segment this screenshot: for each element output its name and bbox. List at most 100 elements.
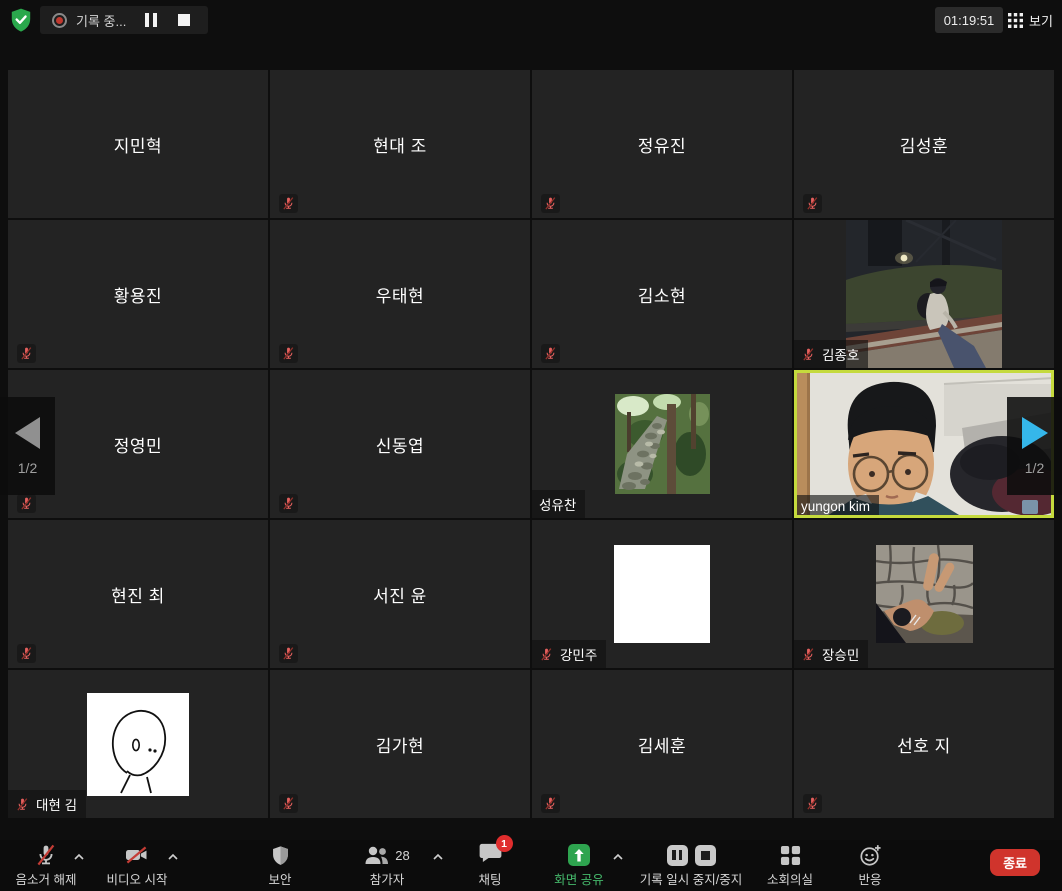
muted-mic-indicator bbox=[541, 794, 560, 813]
participant-tile[interactable]: 정유진 bbox=[532, 70, 792, 218]
participant-label: 장승민 bbox=[794, 640, 868, 668]
muted-mic-indicator bbox=[279, 644, 298, 663]
participant-tile[interactable]: 장승민 bbox=[794, 520, 1054, 668]
participant-name: 성유찬 bbox=[539, 494, 576, 514]
pause-record-icon[interactable] bbox=[667, 845, 688, 866]
muted-mic-icon bbox=[19, 346, 34, 361]
participant-tile[interactable]: 신동엽 bbox=[270, 370, 530, 518]
start-video-label: 비디오 시작 bbox=[93, 869, 181, 888]
reactions-button[interactable]: 반응 bbox=[842, 843, 898, 889]
participants-count: 28 bbox=[395, 848, 409, 863]
muted-mic-indicator bbox=[801, 647, 816, 662]
chat-badge: 1 bbox=[496, 835, 513, 852]
share-screen-label: 화면 공유 bbox=[542, 869, 616, 888]
participant-label: 대현 김 bbox=[8, 790, 86, 818]
video-off-icon bbox=[124, 843, 150, 867]
share-screen-button[interactable]: 화면 공유 bbox=[542, 843, 616, 889]
security-shield-icon bbox=[270, 844, 291, 867]
muted-mic-indicator bbox=[279, 194, 298, 213]
participant-name: 정유진 bbox=[532, 70, 792, 218]
participant-name: 장승민 bbox=[822, 644, 859, 664]
white-square-avatar bbox=[614, 545, 710, 643]
prev-arrow-icon bbox=[15, 417, 40, 449]
view-button[interactable]: 보기 bbox=[1008, 7, 1053, 33]
meeting-toolbar: 음소거 해제 비디오 시작 보안 bbox=[0, 840, 1062, 891]
next-arrow-icon bbox=[1022, 417, 1048, 449]
participant-tile[interactable]: 김종호 bbox=[794, 220, 1054, 368]
participant-name: 김소현 bbox=[532, 220, 792, 368]
muted-mic-icon bbox=[543, 196, 558, 211]
muted-mic-indicator bbox=[15, 797, 30, 812]
muted-mic-indicator bbox=[803, 194, 822, 213]
record-label: 기록 일시 중지/중지 bbox=[622, 869, 760, 888]
participant-tile[interactable]: 김세훈 bbox=[532, 670, 792, 818]
prev-page-button[interactable]: 1/2 bbox=[0, 397, 55, 495]
muted-mic-icon bbox=[281, 646, 296, 661]
participant-tile[interactable]: 현대 조 bbox=[270, 70, 530, 218]
participant-tile[interactable]: 김가현 bbox=[270, 670, 530, 818]
stop-record-icon[interactable] bbox=[695, 845, 716, 866]
participant-tile[interactable]: 성유찬 bbox=[532, 370, 792, 518]
muted-mic-indicator bbox=[539, 647, 554, 662]
stop-recording-button[interactable] bbox=[178, 14, 190, 26]
security-shield-button[interactable] bbox=[8, 7, 34, 33]
participant-tile[interactable]: 김성훈 bbox=[794, 70, 1054, 218]
photo-forest-path bbox=[615, 394, 710, 494]
end-meeting-button[interactable]: 종료 bbox=[990, 849, 1040, 876]
participant-tile[interactable]: 황용진 bbox=[8, 220, 268, 368]
muted-mic-indicator bbox=[17, 344, 36, 363]
muted-mic-icon bbox=[539, 647, 554, 662]
muted-mic-icon bbox=[15, 797, 30, 812]
security-button[interactable]: 보안 bbox=[250, 843, 310, 889]
participants-options-chevron[interactable] bbox=[431, 850, 445, 864]
participant-tile[interactable]: 지민혁 bbox=[8, 70, 268, 218]
participant-label: 김종호 bbox=[794, 340, 868, 368]
meeting-timer: 01:19:51 bbox=[935, 7, 1003, 33]
participant-label: yungon kim bbox=[794, 495, 879, 518]
participant-tile[interactable]: 우태현 bbox=[270, 220, 530, 368]
reactions-smiley-icon bbox=[859, 844, 882, 867]
chat-button[interactable]: 1 채팅 bbox=[462, 843, 518, 889]
chat-label: 채팅 bbox=[462, 869, 518, 888]
participant-tile[interactable]: 현진 최 bbox=[8, 520, 268, 668]
participant-name: 김종호 bbox=[822, 344, 859, 364]
recording-label: 기록 중... bbox=[76, 11, 126, 30]
green-shield-icon bbox=[8, 7, 34, 33]
participant-name: 현진 최 bbox=[8, 520, 268, 668]
muted-mic-indicator bbox=[279, 494, 298, 513]
participants-button[interactable]: 28 참가자 bbox=[348, 843, 426, 889]
participant-tile[interactable]: 강민주 bbox=[532, 520, 792, 668]
muted-mic-indicator bbox=[801, 347, 816, 362]
pause-recording-button[interactable] bbox=[145, 13, 159, 27]
photo-hand-pavement bbox=[876, 545, 973, 643]
share-screen-icon bbox=[568, 844, 590, 866]
participant-name: 현대 조 bbox=[270, 70, 530, 218]
muted-mic-icon bbox=[19, 646, 34, 661]
breakout-rooms-label: 소회의실 bbox=[758, 869, 822, 888]
participant-tile[interactable]: 김소현 bbox=[532, 220, 792, 368]
muted-mic-indicator bbox=[279, 794, 298, 813]
participant-name: 김세훈 bbox=[532, 670, 792, 818]
view-label: 보기 bbox=[1029, 11, 1053, 30]
meeting-topbar: 기록 중... 01:19:51 보기 bbox=[0, 0, 1062, 40]
muted-mic-icon bbox=[543, 346, 558, 361]
record-control-button[interactable]: 기록 일시 중지/중지 bbox=[622, 843, 760, 889]
muted-mic-indicator bbox=[17, 494, 36, 513]
participant-tile[interactable]: 대현 김 bbox=[8, 670, 268, 818]
recording-indicator: 기록 중... bbox=[40, 6, 208, 34]
video-options-chevron[interactable] bbox=[166, 850, 180, 864]
participant-tile[interactable]: 서진 윤 bbox=[270, 520, 530, 668]
next-page-button[interactable]: 1/2 bbox=[1007, 397, 1062, 495]
security-label: 보안 bbox=[250, 869, 310, 888]
muted-mic-indicator bbox=[17, 644, 36, 663]
participant-name: 서진 윤 bbox=[270, 520, 530, 668]
muted-mic-icon bbox=[801, 347, 816, 362]
unmute-options-chevron[interactable] bbox=[72, 850, 86, 864]
participant-tile[interactable]: 선호 지 bbox=[794, 670, 1054, 818]
breakout-rooms-button[interactable]: 소회의실 bbox=[758, 843, 822, 889]
participant-name: 우태현 bbox=[270, 220, 530, 368]
muted-mic-icon bbox=[801, 647, 816, 662]
muted-mic-icon bbox=[281, 496, 296, 511]
participant-name: 김가현 bbox=[270, 670, 530, 818]
participant-name: 지민혁 bbox=[8, 70, 268, 218]
